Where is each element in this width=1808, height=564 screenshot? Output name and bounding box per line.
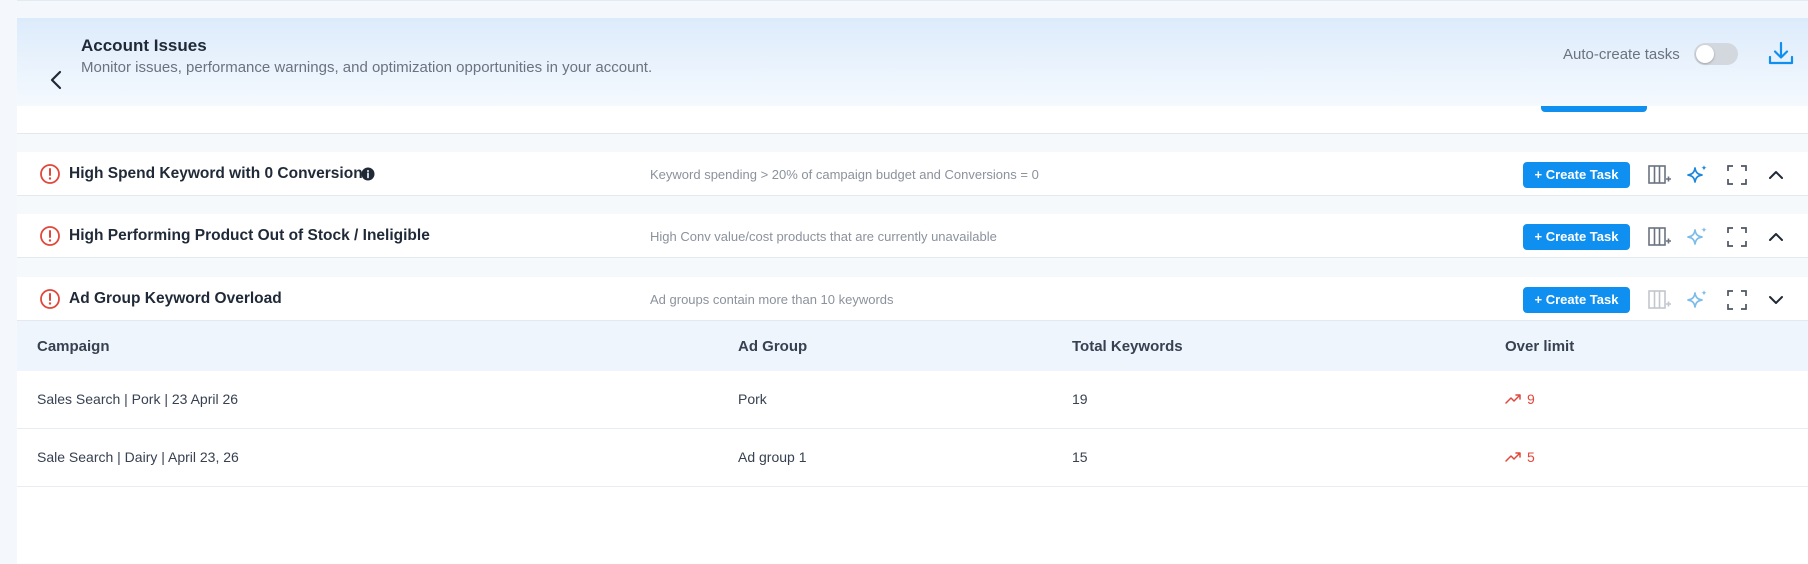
fullscreen-icon[interactable]	[1725, 288, 1749, 312]
alert-circle-icon	[40, 226, 60, 246]
alert-circle-icon	[40, 289, 60, 309]
issue-row-ad-group-keyword-overload[interactable]: Ad Group Keyword Overload Ad groups cont…	[17, 277, 1808, 321]
left-gutter	[0, 0, 17, 564]
page-title: Account Issues	[81, 36, 207, 55]
column-header-over-limit[interactable]: Over limit	[1505, 338, 1574, 355]
table-row[interactable]: Sale Search | Dairy | April 23, 26 Ad gr…	[17, 429, 1808, 487]
cell-ad-group: Pork	[738, 391, 767, 407]
chevron-up-icon[interactable]	[1764, 225, 1788, 249]
top-border	[0, 0, 1808, 1]
download-icon[interactable]	[1766, 39, 1796, 69]
column-header-total-keywords[interactable]: Total Keywords	[1072, 338, 1183, 355]
create-task-button-partial[interactable]	[1541, 106, 1647, 112]
sparkles-icon[interactable]	[1686, 163, 1710, 187]
fullscreen-icon[interactable]	[1725, 163, 1749, 187]
trending-up-icon	[1505, 394, 1521, 404]
sparkles-icon[interactable]	[1686, 225, 1710, 249]
toggle-knob	[1696, 45, 1714, 63]
issue-title: High Performing Product Out of Stock / I…	[69, 227, 430, 244]
cell-total-keywords: 15	[1072, 449, 1088, 465]
add-column-icon[interactable]	[1647, 163, 1671, 187]
over-limit-value: 9	[1527, 391, 1535, 407]
table-header: Campaign Ad Group Total Keywords Over li…	[17, 321, 1808, 371]
cell-total-keywords: 19	[1072, 391, 1088, 407]
chevron-down-icon[interactable]	[1764, 288, 1788, 312]
scrolled-issue-row	[17, 106, 1808, 134]
sparkles-icon[interactable]	[1686, 288, 1710, 312]
auto-create-toggle[interactable]	[1694, 43, 1738, 65]
issue-description: Keyword spending > 20% of campaign budge…	[650, 167, 1039, 182]
issue-description: Ad groups contain more than 10 keywords	[650, 292, 894, 307]
issue-description: High Conv value/cost products that are c…	[650, 229, 997, 244]
create-task-button[interactable]: + Create Task	[1523, 287, 1630, 313]
add-column-icon[interactable]	[1647, 288, 1671, 312]
table-empty-area	[17, 487, 1808, 564]
trending-up-icon	[1505, 452, 1521, 462]
issue-title: Ad Group Keyword Overload	[69, 290, 282, 307]
cell-campaign: Sale Search | Dairy | April 23, 26	[37, 449, 239, 465]
auto-create-label: Auto-create tasks	[1563, 46, 1680, 63]
cell-campaign: Sales Search | Pork | 23 April 26	[37, 391, 239, 407]
create-task-button[interactable]: + Create Task	[1523, 162, 1630, 188]
column-header-ad-group[interactable]: Ad Group	[738, 338, 807, 355]
chevron-left-icon[interactable]	[45, 68, 69, 92]
column-header-campaign[interactable]: Campaign	[37, 338, 110, 355]
cell-over-limit: 9	[1505, 391, 1535, 407]
add-column-icon[interactable]	[1647, 225, 1671, 249]
over-limit-value: 5	[1527, 449, 1535, 465]
issue-title: High Spend Keyword with 0 Conversions	[69, 165, 372, 182]
info-icon[interactable]	[361, 167, 375, 181]
chevron-up-icon[interactable]	[1764, 163, 1788, 187]
create-task-button[interactable]: + Create Task	[1523, 224, 1630, 250]
page-subtitle: Monitor issues, performance warnings, an…	[81, 59, 653, 76]
issue-row-high-spend-keyword[interactable]: High Spend Keyword with 0 Conversions Ke…	[17, 152, 1808, 196]
fullscreen-icon[interactable]	[1725, 225, 1749, 249]
table-row[interactable]: Sales Search | Pork | 23 April 26 Pork 1…	[17, 371, 1808, 429]
page-header: Account Issues Monitor issues, performan…	[17, 18, 1808, 106]
cell-ad-group: Ad group 1	[738, 449, 807, 465]
alert-circle-icon	[40, 164, 60, 184]
cell-over-limit: 5	[1505, 449, 1535, 465]
issue-row-product-out-of-stock[interactable]: High Performing Product Out of Stock / I…	[17, 214, 1808, 258]
